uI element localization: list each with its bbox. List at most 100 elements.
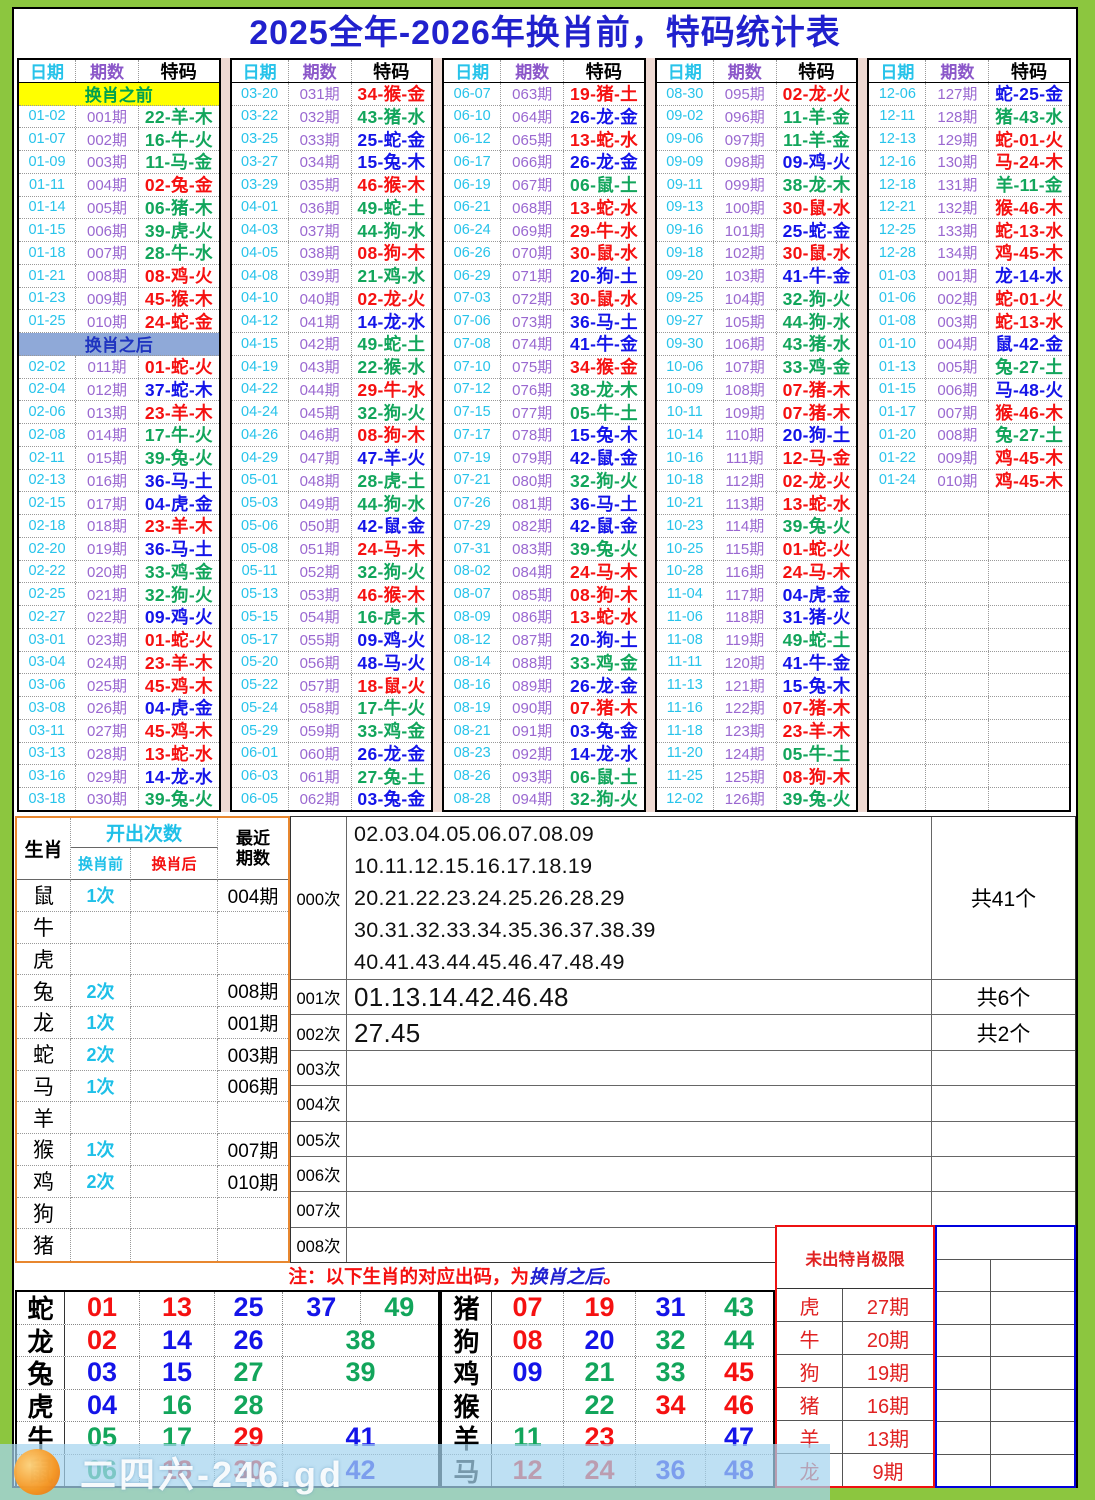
table-row: 05-20056期48-马-火 [232,652,432,675]
code-cell: 蛇-13-水 [989,310,1069,332]
stats-before-count-cell: 1次 [71,1134,131,1166]
date-cell: 09-25 [657,288,714,310]
code-cell: 28-牛-水 [139,242,219,264]
date-cell: 04-08 [232,265,289,287]
code-cell: 42-鼠-金 [352,515,432,537]
period-cell: 118期 [714,606,777,628]
blue-box-cell [991,1455,1074,1487]
code-cell: 羊-11-金 [989,174,1069,196]
table-row: 03-16029期14-龙-水 [19,765,219,788]
code-cell: 09-鸡-火 [777,151,857,173]
code-cell: 龙-14-水 [989,265,1069,287]
period-cell: 004期 [926,333,989,355]
zodiac-number-cell: 07 [492,1292,564,1324]
date-cell: 03-22 [232,106,289,128]
date-cell: 10-14 [657,424,714,446]
date-cell: 05-06 [232,515,289,537]
code-cell: 32-狗-火 [777,288,857,310]
code-cell: 45-鸡-木 [139,720,219,742]
table-row: 01-11004期02-兔-金 [19,174,219,197]
blue-box-cell [991,1260,1074,1292]
zodiac-number-row: 鸡09213345 [442,1357,773,1390]
freq-number-line: 40.41.43.44.45.46.47.48.49 [354,946,931,978]
stats-before-count-cell: 2次 [71,1039,131,1071]
table-row: 02-13016期36-马-土 [19,470,219,493]
date-cell: 07-10 [444,356,501,378]
code-cell: 36-马-土 [139,538,219,560]
code-cell: 33-鸡-金 [777,356,857,378]
period-cell: 039期 [289,265,352,287]
code-cell: 08-狗-木 [564,583,644,605]
code-cell: 16-牛-火 [139,128,219,150]
stats-recent-cell [218,1229,288,1261]
table-row: 05-24058期17-牛-火 [232,697,432,720]
code-cell: 06-鼠-土 [564,765,644,787]
code-cell: 鸡-45-木 [989,470,1069,492]
zodiac-number-row: 龙02142638 [17,1325,438,1358]
date-cell: 04-22 [232,379,289,401]
freq-number-line: 02.03.04.05.06.07.08.09 [354,818,931,850]
zodiac-name-cell: 龙 [17,1325,65,1357]
code-cell: 20-狗-土 [564,265,644,287]
date-cell: 09-18 [657,242,714,264]
freq-label: 006次 [291,1157,347,1191]
table-row: 01-06002期蛇-01-火 [869,288,1069,311]
code-cell: 32-狗-火 [564,788,644,810]
code-cell: 14-龙-水 [352,310,432,332]
period-cell: 046期 [289,424,352,446]
period-cell: 082期 [501,515,564,537]
empty-cell [926,629,989,651]
code-cell: 24-马-木 [777,561,857,583]
freq-label: 008次 [291,1228,347,1262]
date-cell: 06-17 [444,151,501,173]
stats-after-count-cell [131,1198,218,1230]
empty-cell [989,652,1069,674]
date-cell: 07-06 [444,310,501,332]
period-cell: 033期 [289,128,352,150]
period-cell: 002期 [926,288,989,310]
period-cell: 008期 [76,265,139,287]
stats-before-count-cell: 1次 [71,1071,131,1103]
period-cell: 045期 [289,401,352,423]
code-cell: 蛇-25-金 [989,83,1069,105]
date-cell: 02-27 [19,606,76,628]
empty-cell [989,629,1069,651]
date-cell: 01-02 [19,106,76,128]
code-cell: 39-兔-火 [564,538,644,560]
blue-box-cell [937,1357,991,1389]
code-cell: 15-兔-木 [777,674,857,696]
stats-recent-cell [218,1198,288,1230]
period-cell: 094期 [501,788,564,810]
period-cell: 115期 [714,538,777,560]
period-cell: 055期 [289,629,352,651]
date-cell: 02-22 [19,561,76,583]
code-cell: 49-蛇-土 [352,197,432,219]
table-row: 10-11109期07-猪-木 [657,401,857,424]
zodiac-number-cell: 04 [65,1390,140,1422]
code-cell: 34-猴-金 [564,356,644,378]
header-date: 日期 [869,60,926,82]
blue-box-cell [937,1325,991,1357]
empty-cell [869,538,926,560]
date-cell: 08-26 [444,765,501,787]
table-row: 12-16130期马-24-木 [869,151,1069,174]
empty-cell [989,697,1069,719]
date-cell: 03-27 [232,151,289,173]
zodiac-number-cell: 03 [65,1357,140,1389]
stats-zodiac-cell: 猴 [17,1134,71,1166]
blue-box-cell [937,1292,991,1324]
period-cell: 134期 [926,242,989,264]
header-code: 特码 [564,60,644,82]
code-cell: 14-龙-水 [139,765,219,787]
date-cell: 06-03 [232,765,289,787]
period-cell: 059期 [289,720,352,742]
period-cell: 092期 [501,743,564,765]
period-cell: 048期 [289,470,352,492]
stats-zodiac-cell: 狗 [17,1198,71,1230]
header-date: 日期 [19,60,76,82]
table-row: 06-01060期26-龙-金 [232,743,432,766]
freq-total: 共2个 [931,1015,1075,1049]
header-period: 期数 [926,60,989,82]
blue-box-cell [937,1422,991,1454]
table-row: 02-15017期04-虎-金 [19,492,219,515]
